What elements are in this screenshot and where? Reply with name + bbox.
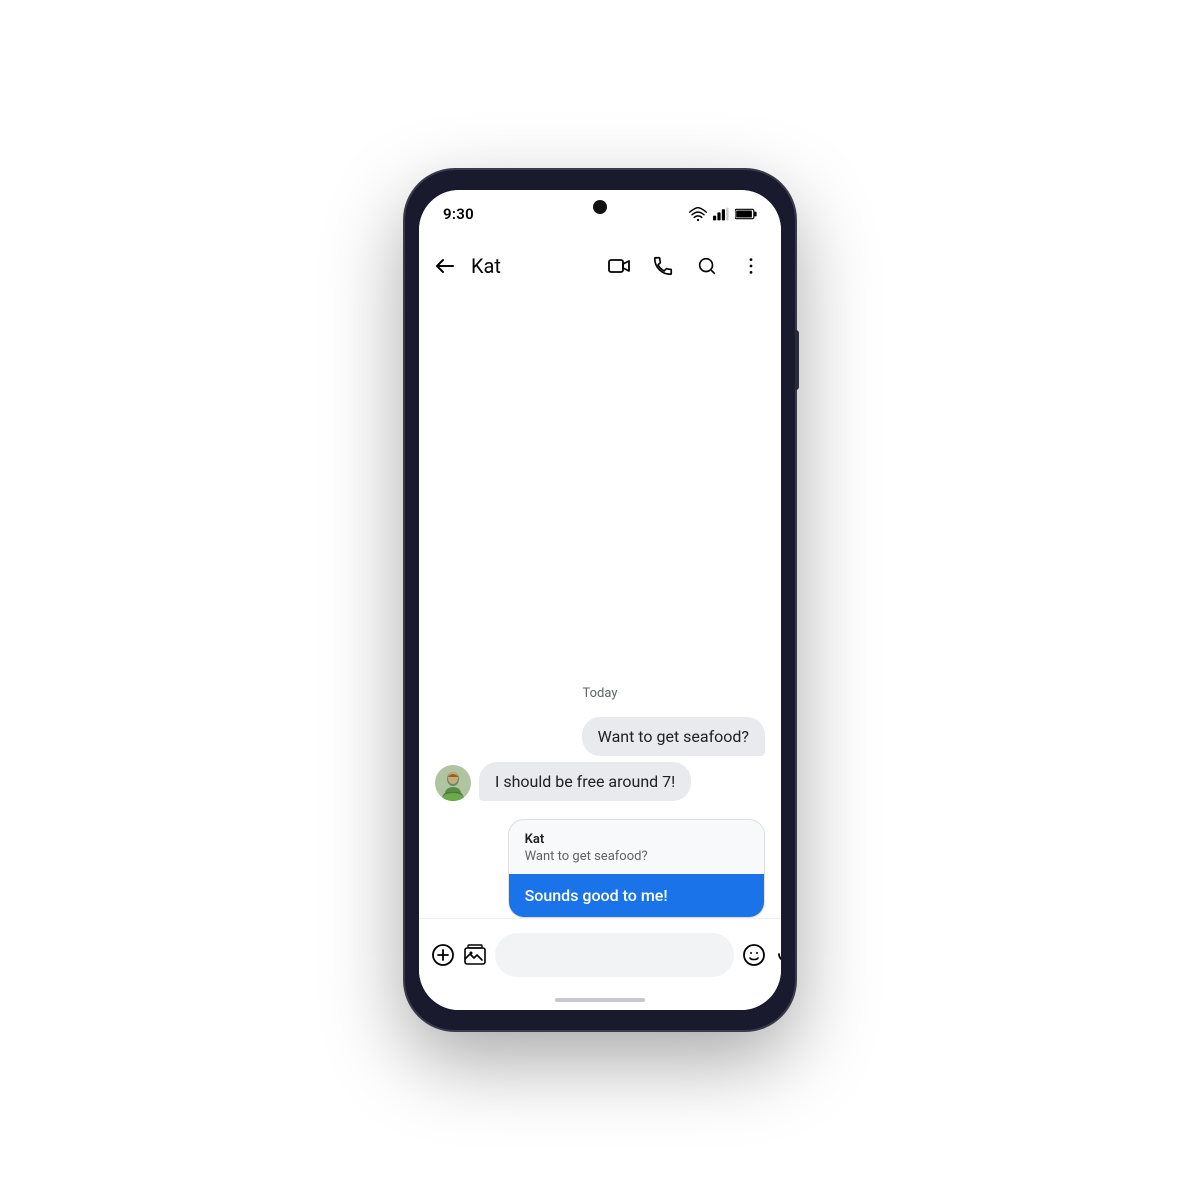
- back-button[interactable]: [423, 244, 467, 288]
- date-label: Today: [435, 670, 765, 701]
- input-bar: [419, 918, 781, 990]
- add-button[interactable]: [431, 935, 455, 975]
- status-time: 9:30: [443, 205, 474, 223]
- message-input[interactable]: [495, 933, 734, 977]
- video-call-button[interactable]: [597, 244, 641, 288]
- home-bar: [555, 998, 645, 1002]
- smart-reply-suggestion[interactable]: Sounds good to me!: [509, 874, 764, 917]
- conversation-title: Kat: [467, 254, 597, 278]
- signal-icon: [713, 207, 729, 221]
- search-button[interactable]: [685, 244, 729, 288]
- battery-icon: [735, 208, 757, 220]
- phone-screen: 9:30: [419, 190, 781, 1010]
- smart-reply-sender: Kat: [509, 820, 764, 849]
- status-bar: 9:30: [419, 190, 781, 238]
- emoji-button[interactable]: [742, 935, 766, 975]
- smart-reply-card[interactable]: Kat Want to get seafood? Sounds good to …: [508, 819, 765, 918]
- avatar-image: [435, 765, 471, 801]
- more-options-button[interactable]: [729, 244, 773, 288]
- avatar: [435, 765, 471, 801]
- incoming-message-row-1: I should be free around 7!: [435, 762, 765, 801]
- app-header: Kat: [419, 238, 781, 294]
- status-icons: [689, 207, 757, 221]
- camera-notch: [593, 200, 607, 214]
- incoming-message-1: I should be free around 7!: [479, 762, 691, 801]
- wifi-icon: [689, 207, 707, 221]
- messages-group: Want to get seafood?: [435, 717, 765, 918]
- home-indicator: [419, 990, 781, 1010]
- phone-device: 9:30: [405, 170, 795, 1030]
- smart-reply-preview: Want to get seafood?: [509, 849, 764, 874]
- chat-area: Today Want to get seafood?: [419, 294, 781, 918]
- voice-button[interactable]: [774, 935, 781, 975]
- outgoing-message-1: Want to get seafood?: [582, 717, 765, 756]
- gallery-button[interactable]: [463, 935, 487, 975]
- phone-call-button[interactable]: [641, 244, 685, 288]
- header-actions: [597, 244, 773, 288]
